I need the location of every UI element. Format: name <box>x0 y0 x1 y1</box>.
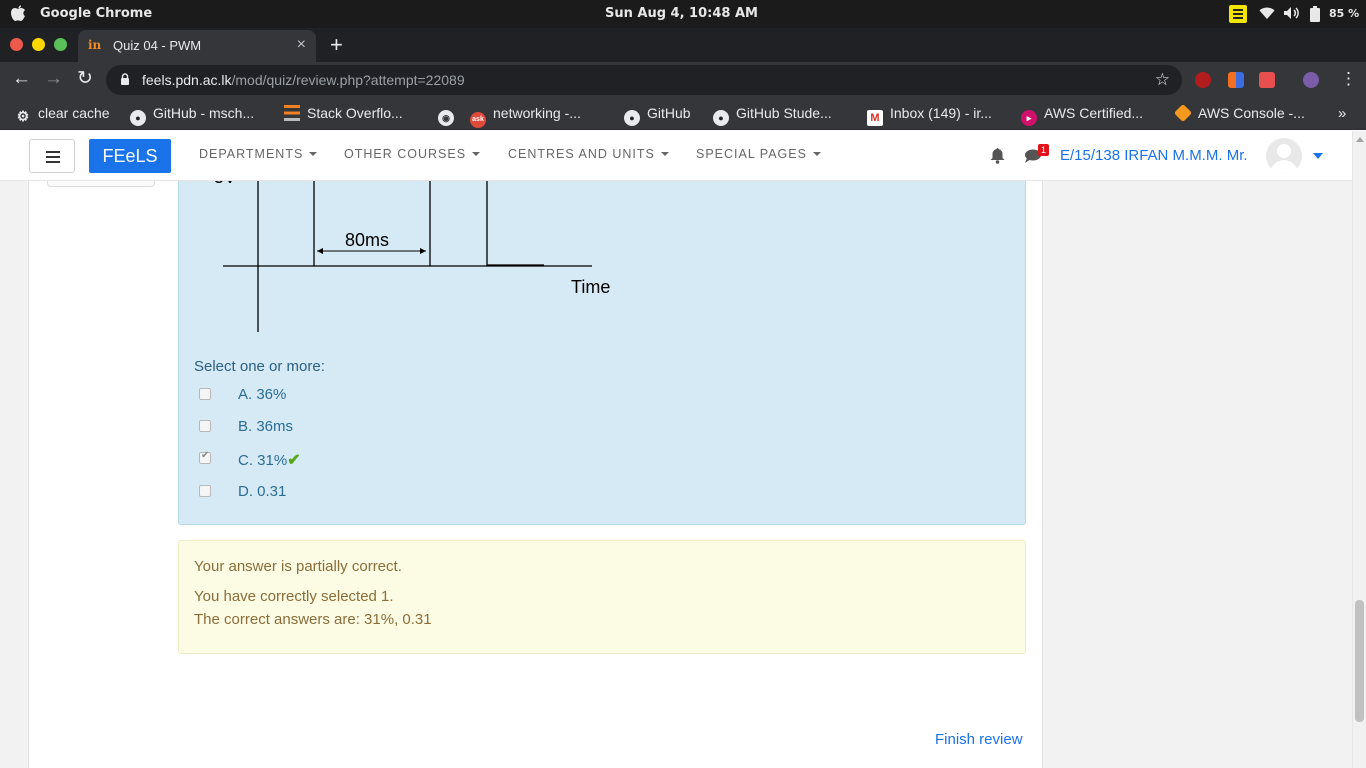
github-icon: ● <box>624 110 640 126</box>
battery-icon[interactable] <box>1309 6 1321 22</box>
bookmark-aws-console[interactable]: AWS Console -... <box>1173 103 1305 123</box>
avatar-body <box>1270 160 1298 174</box>
feedback-correct-answers: The correct answers are: 31%, 0.31 <box>194 611 432 628</box>
answer-label[interactable]: A. 36% <box>238 386 286 403</box>
ask-icon: ask <box>470 112 486 128</box>
answer-checkbox-checked[interactable] <box>199 450 211 464</box>
bookmark-star-icon[interactable]: ☆ <box>1155 70 1170 90</box>
user-menu-caret-icon[interactable] <box>1313 153 1323 159</box>
diagram-time-label: Time <box>571 277 610 297</box>
bookmark-github-student[interactable]: ● GitHub Stude... <box>713 105 832 126</box>
gmail-icon: M <box>867 110 883 126</box>
answer-label[interactable]: B. 36ms <box>238 418 293 435</box>
feedback-summary: Your answer is partially correct. <box>194 558 402 575</box>
answer-checkbox[interactable] <box>199 420 211 432</box>
notifications-bell-icon[interactable] <box>990 147 1005 164</box>
page-scrollbar[interactable] <box>1352 131 1366 768</box>
caret-down-icon <box>309 152 318 156</box>
url-text[interactable]: feels.pdn.ac.lk/mod/quiz/review.php?atte… <box>142 72 465 88</box>
bookmark-inbox[interactable]: M Inbox (149) - ir... <box>867 105 992 126</box>
user-name-link[interactable]: E/15/138 IRFAN M.M.M. Mr. <box>1060 147 1248 164</box>
bookmarks-bar: ⚙ clear cache ● GitHub - msch... Stack Ove… <box>0 98 1366 130</box>
scroll-up-arrow-icon[interactable] <box>1356 137 1364 142</box>
notes-indicator-icon[interactable] <box>1229 5 1247 23</box>
back-arrow-icon[interactable]: ← <box>12 69 31 89</box>
site-brand-button[interactable]: FEeLS <box>89 139 171 173</box>
question-box: 5V 80ms Time Select one or more: A. 36% … <box>178 181 1026 525</box>
system-clock[interactable]: Sun Aug 4, 10:48 AM <box>605 6 758 21</box>
scrollbar-thumb[interactable] <box>1355 600 1364 722</box>
wifi-icon[interactable] <box>1259 6 1275 20</box>
answer-label[interactable]: D. 0.31 <box>238 483 286 500</box>
answer-checkbox[interactable] <box>199 388 211 400</box>
avatar-head <box>1277 144 1291 158</box>
battery-percentage: 85 % <box>1329 7 1360 20</box>
moodle-favicon-icon: in <box>88 38 102 52</box>
feedback-box: Your answer is partially correct. You ha… <box>178 540 1026 654</box>
quiz-navigation-block <box>47 181 155 187</box>
forward-arrow-icon[interactable]: → <box>44 69 63 89</box>
bookmark-globe[interactable]: ◉ <box>438 105 461 126</box>
chrome-menu-icon[interactable]: ⋮ <box>1340 69 1357 89</box>
extension-red-icon[interactable] <box>1195 72 1211 88</box>
main-region: 5V 80ms Time Select one or more: A. 36% … <box>28 181 1043 768</box>
bookmark-github-msch[interactable]: ● GitHub - msch... <box>130 105 254 126</box>
address-bar[interactable]: feels.pdn.ac.lk/mod/quiz/review.php?atte… <box>106 65 1182 95</box>
active-app-name[interactable]: Google Chrome <box>40 6 152 21</box>
lock-icon[interactable] <box>120 73 130 85</box>
extension-video-icon[interactable] <box>1259 72 1275 88</box>
bookmark-clear-cache[interactable]: ⚙ clear cache <box>15 105 110 124</box>
menu-other-courses[interactable]: OTHER COURSES <box>344 147 481 161</box>
bookmark-github[interactable]: ● GitHub <box>624 105 691 126</box>
site-navbar: FEeLS DEPARTMENTS OTHER COURSES CENTRES … <box>0 131 1352 181</box>
answer-prompt: Select one or more: <box>194 358 325 375</box>
answer-checkbox[interactable] <box>199 485 211 497</box>
finish-review-link[interactable]: Finish review <box>935 731 1023 748</box>
gear-icon: ⚙ <box>16 108 30 124</box>
answer-label[interactable]: C. 31% <box>238 452 287 469</box>
menu-centres-and-units[interactable]: CENTRES AND UNITS <box>508 147 669 161</box>
bookmark-aws-certified[interactable]: ▸ AWS Certified... <box>1021 105 1143 126</box>
bookmark-networking[interactable]: ask networking -... <box>470 105 581 128</box>
menu-special-pages[interactable]: SPECIAL PAGES <box>696 147 821 161</box>
window-minimize-button[interactable] <box>32 38 45 51</box>
browser-tab-active[interactable]: in Quiz 04 - PWM × <box>78 30 316 62</box>
new-tab-button[interactable]: + <box>330 32 343 58</box>
tab-close-icon[interactable]: × <box>297 36 306 54</box>
os-top-bar: Google Chrome Sun Aug 4, 10:48 AM 85 % <box>0 0 1366 28</box>
browser-toolbar: ← → ↻ feels.pdn.ac.lk/mod/quiz/review.ph… <box>0 62 1366 98</box>
caret-down-icon <box>812 152 821 156</box>
pwm-waveform-diagram: 5V 80ms Time <box>214 181 610 332</box>
diagram-top-label: 5V <box>214 181 236 187</box>
reload-icon[interactable]: ↻ <box>77 69 93 89</box>
more-bookmarks-icon[interactable]: » <box>1338 105 1346 122</box>
volume-icon[interactable] <box>1283 6 1301 20</box>
user-avatar[interactable] <box>1266 138 1302 174</box>
correct-check-icon: ✔ <box>287 452 301 469</box>
diagram-width-label: 80ms <box>345 230 389 250</box>
aws-box-icon <box>1173 103 1193 123</box>
stackoverflow-icon <box>284 105 300 121</box>
bookmark-stackoverflow[interactable]: Stack Overflo... <box>284 105 403 121</box>
page-content: 5V 80ms Time Select one or more: A. 36% … <box>0 181 1352 768</box>
window-close-button[interactable] <box>10 38 23 51</box>
browser-tab-strip: in Quiz 04 - PWM × + <box>0 28 1366 62</box>
github-icon: ● <box>713 110 729 126</box>
aws-icon: ▸ <box>1021 110 1037 126</box>
window-maximize-button[interactable] <box>54 38 67 51</box>
caret-down-icon <box>472 152 481 156</box>
apple-logo-icon[interactable] <box>10 4 26 22</box>
answer-label-wrap[interactable]: C. 31%✔ <box>238 450 301 470</box>
globe-icon: ◉ <box>438 110 454 126</box>
feedback-selected-count: You have correctly selected 1. <box>194 588 394 605</box>
menu-departments[interactable]: DEPARTMENTS <box>199 147 318 161</box>
hamburger-menu-button[interactable] <box>29 139 75 173</box>
extension-orange-icon[interactable] <box>1228 72 1244 88</box>
caret-down-icon <box>660 152 669 156</box>
github-icon: ● <box>130 110 146 126</box>
tab-title: Quiz 04 - PWM <box>113 38 202 53</box>
profile-avatar-icon[interactable] <box>1303 72 1319 88</box>
message-count-badge: 1 <box>1038 144 1050 156</box>
